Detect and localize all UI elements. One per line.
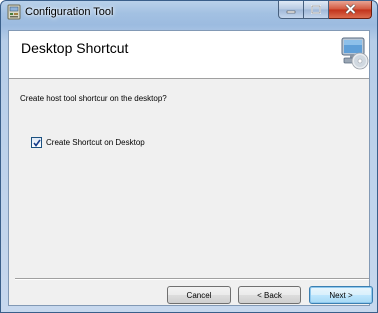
- title-bar[interactable]: Configuration Tool: [1, 1, 377, 23]
- caption-buttons: [278, 1, 372, 20]
- back-button[interactable]: < Back: [238, 286, 301, 304]
- footer-divider: [15, 278, 369, 280]
- minimize-icon: [286, 1, 296, 19]
- app-window: Configuration Tool Desktop Shortcut Crea…: [0, 0, 378, 313]
- dialog-client-area: Desktop Shortcut Create host tool shortc…: [8, 30, 373, 306]
- desktop-shortcut-checkbox[interactable]: Create Shortcut on Desktop: [31, 137, 145, 148]
- maximize-icon: [311, 1, 321, 19]
- checkbox-box[interactable]: [31, 137, 42, 148]
- page-header: Desktop Shortcut: [9, 31, 369, 79]
- next-button[interactable]: Next >: [309, 286, 373, 304]
- app-icon: [7, 4, 21, 20]
- minimize-button[interactable]: [278, 1, 304, 19]
- page-title: Desktop Shortcut: [21, 40, 129, 56]
- computer-disc-icon: [340, 36, 370, 70]
- window-title: Configuration Tool: [25, 6, 114, 18]
- cancel-button[interactable]: Cancel: [167, 286, 231, 304]
- checkmark-icon: [32, 139, 41, 147]
- checkbox-label[interactable]: Create Shortcut on Desktop: [46, 138, 145, 147]
- close-button[interactable]: [329, 1, 372, 19]
- close-icon: [344, 1, 356, 19]
- instruction-text: Create host tool shortcur on the desktop…: [20, 94, 167, 103]
- maximize-button[interactable]: [304, 1, 329, 19]
